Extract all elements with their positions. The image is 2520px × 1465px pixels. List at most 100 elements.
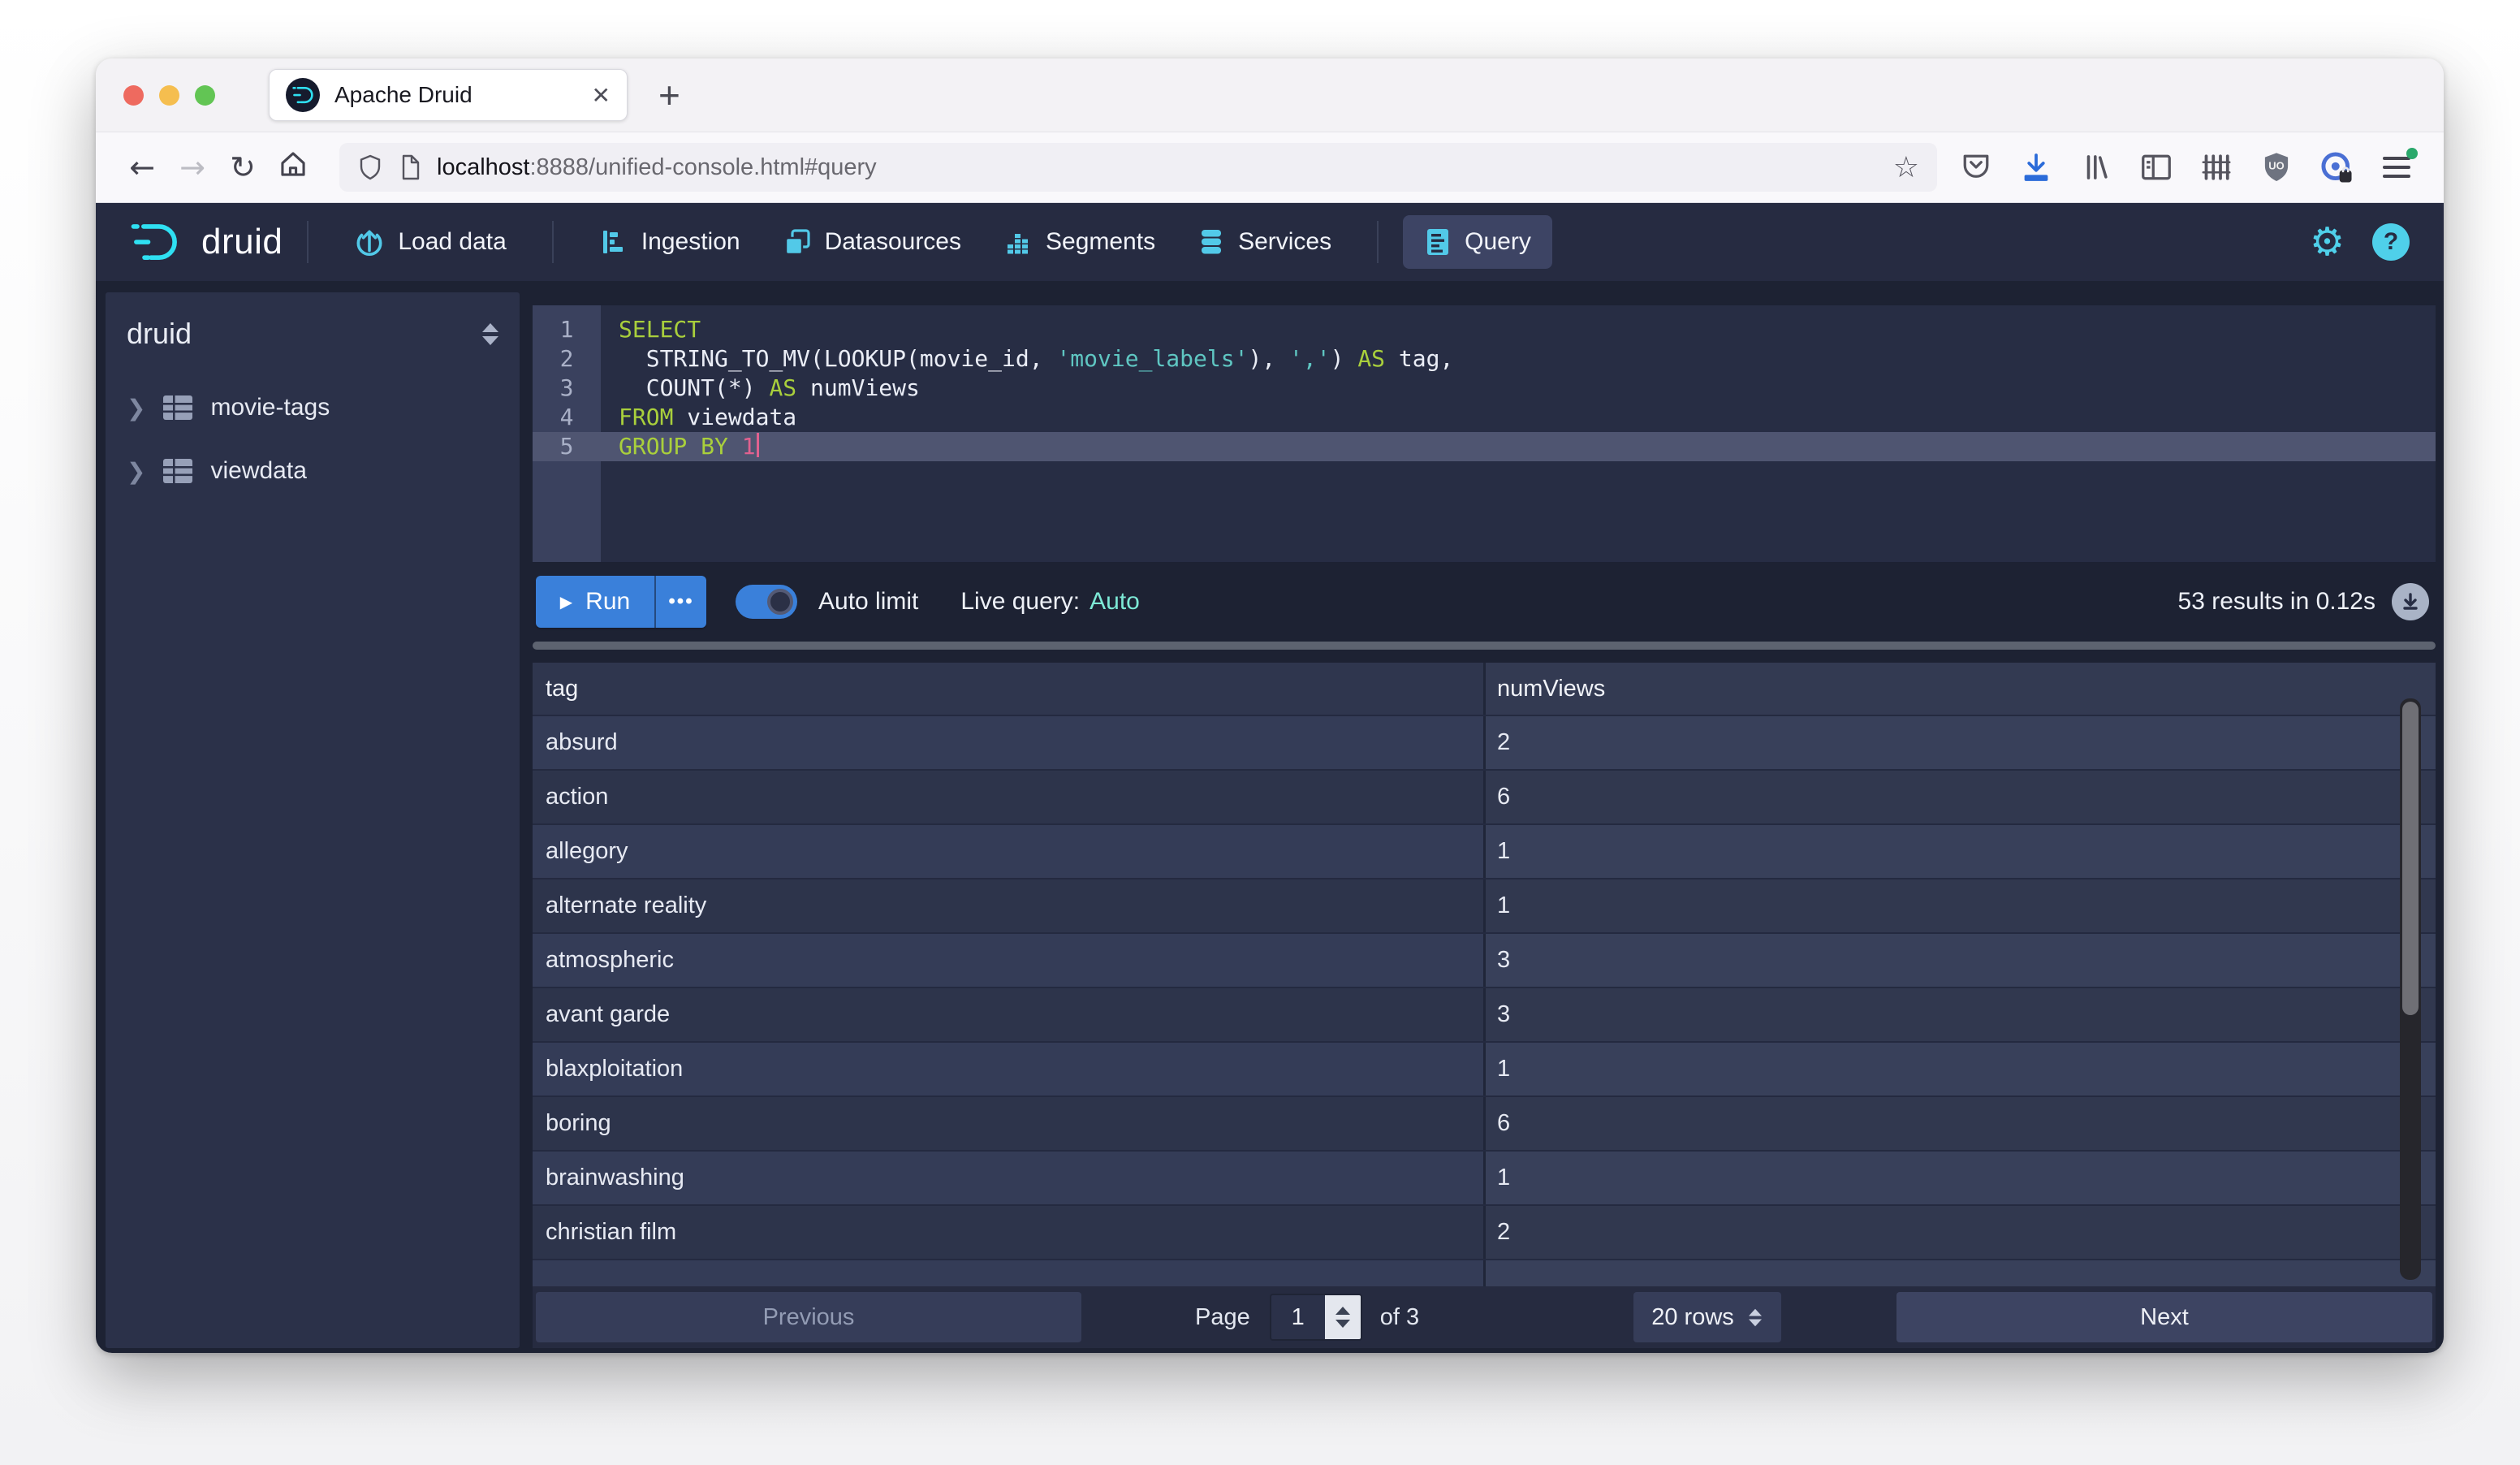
next-page-button[interactable]: Next bbox=[1896, 1292, 2432, 1342]
page-number-input[interactable]: 1 bbox=[1271, 1295, 1325, 1339]
cell-tag[interactable]: christian film bbox=[533, 1206, 1486, 1259]
editor-line-5[interactable]: 5GROUP BY 1 bbox=[533, 432, 2436, 461]
panel-splitter-handle[interactable] bbox=[533, 642, 2436, 650]
nav-services[interactable]: Services bbox=[1176, 215, 1353, 269]
services-icon bbox=[1197, 227, 1225, 257]
cell-tag[interactable]: absurd bbox=[533, 716, 1486, 769]
cell-tag[interactable]: boring bbox=[533, 1097, 1486, 1150]
tab-title: Apache Druid bbox=[334, 82, 592, 108]
minimize-window-button[interactable] bbox=[159, 85, 179, 106]
select-caret-icon bbox=[1749, 1308, 1762, 1326]
table-row[interactable]: blaxploitation1 bbox=[533, 1041, 2436, 1096]
password-manager-icon[interactable] bbox=[2319, 149, 2354, 185]
run-more-button[interactable]: ••• bbox=[654, 576, 706, 628]
close-window-button[interactable] bbox=[123, 85, 144, 106]
update-dot bbox=[2406, 148, 2418, 159]
table-row[interactable]: brainwashing1 bbox=[533, 1150, 2436, 1204]
live-query-control[interactable]: Live query: Auto bbox=[960, 588, 1139, 616]
line-number: 5 bbox=[533, 432, 601, 461]
page-stepper[interactable] bbox=[1325, 1295, 1361, 1339]
ublock-origin-icon[interactable]: UO bbox=[2259, 149, 2294, 185]
nav-query[interactable]: Query bbox=[1403, 215, 1552, 269]
bookmark-star-icon[interactable]: ☆ bbox=[1893, 151, 1919, 184]
editor-line-2[interactable]: 2 STRING_TO_MV(LOOKUP(movie_id, 'movie_l… bbox=[533, 344, 2436, 374]
shield-permissions-icon[interactable] bbox=[357, 153, 383, 181]
schema-sort-icon[interactable] bbox=[482, 323, 498, 345]
nav-segments[interactable]: Segments bbox=[982, 215, 1176, 269]
cell-tag[interactable]: alternate reality bbox=[533, 879, 1486, 932]
close-tab-icon[interactable]: ✕ bbox=[592, 82, 611, 109]
library-icon[interactable] bbox=[2078, 149, 2114, 185]
sidebar-item-viewdata[interactable]: ❯ viewdata bbox=[127, 453, 498, 489]
schema-header[interactable]: druid bbox=[127, 317, 498, 351]
console-body: druid ❯ movie-tags ❯ bbox=[96, 281, 2444, 1353]
download-results-icon[interactable] bbox=[2392, 583, 2429, 620]
druid-console: druid Load data Ingestion bbox=[96, 203, 2444, 1353]
run-button-label: Run bbox=[585, 588, 630, 616]
nav-load-data[interactable]: Load data bbox=[333, 215, 527, 269]
help-icon[interactable]: ? bbox=[2372, 223, 2410, 261]
nav-ingestion[interactable]: Ingestion bbox=[578, 215, 762, 269]
pocket-icon[interactable] bbox=[1958, 149, 1994, 185]
header-divider bbox=[1377, 221, 1379, 263]
table-scrollbar-thumb[interactable] bbox=[2402, 702, 2419, 1015]
cell-numviews[interactable]: 1 bbox=[1486, 1152, 2436, 1204]
forward-icon[interactable]: → bbox=[167, 149, 218, 185]
table-row[interactable]: avant garde3 bbox=[533, 987, 2436, 1041]
url-bar[interactable]: localhost:8888/unified-console.html#quer… bbox=[339, 143, 1937, 192]
editor-line-3[interactable]: 3 COUNT(*) AS numViews bbox=[533, 374, 2436, 403]
rows-per-page-select[interactable]: 20 rows bbox=[1633, 1292, 1781, 1342]
cell-numviews[interactable]: 3 bbox=[1486, 988, 2436, 1041]
back-icon[interactable]: ← bbox=[117, 149, 167, 185]
run-button[interactable]: ▶ Run bbox=[536, 576, 654, 628]
cell-tag[interactable]: allegory bbox=[533, 825, 1486, 878]
column-header-numviews[interactable]: numViews bbox=[1486, 663, 2436, 715]
cell-tag[interactable]: action bbox=[533, 771, 1486, 823]
new-tab-button[interactable]: + bbox=[658, 73, 680, 117]
stepper-up-icon[interactable] bbox=[1336, 1307, 1350, 1315]
table-row[interactable]: allegory1 bbox=[533, 823, 2436, 878]
page-info-icon[interactable] bbox=[398, 153, 422, 181]
table-row[interactable]: christian film2 bbox=[533, 1204, 2436, 1259]
table-row[interactable]: alternate reality1 bbox=[533, 878, 2436, 932]
menu-hamburger-icon[interactable] bbox=[2379, 149, 2414, 185]
cell-tag[interactable]: brainwashing bbox=[533, 1152, 1486, 1204]
column-header-tag[interactable]: tag bbox=[533, 663, 1486, 715]
auto-limit-toggle[interactable] bbox=[736, 585, 797, 619]
cell-tag[interactable]: avant garde bbox=[533, 988, 1486, 1041]
previous-page-button[interactable]: Previous bbox=[536, 1292, 1081, 1342]
zoom-window-button[interactable] bbox=[195, 85, 215, 106]
cell-numviews[interactable]: 6 bbox=[1486, 1097, 2436, 1150]
containers-fence-icon[interactable] bbox=[2199, 149, 2234, 185]
nav-segments-label: Segments bbox=[1046, 228, 1155, 256]
cell-numviews[interactable]: 1 bbox=[1486, 825, 2436, 878]
cell-numviews[interactable]: 6 bbox=[1486, 771, 2436, 823]
editor-line-1[interactable]: 1SELECT bbox=[533, 315, 2436, 344]
nav-datasources[interactable]: Datasources bbox=[762, 215, 982, 269]
cell-numviews[interactable]: 1 bbox=[1486, 879, 2436, 932]
cell-numviews[interactable]: 1 bbox=[1486, 1043, 2436, 1096]
table-row[interactable]: atmospheric3 bbox=[533, 932, 2436, 987]
reload-icon[interactable]: ↻ bbox=[218, 149, 268, 185]
editor-line-4[interactable]: 4FROM viewdata bbox=[533, 403, 2436, 432]
home-icon[interactable] bbox=[268, 149, 318, 187]
table-row[interactable]: action6 bbox=[533, 769, 2436, 823]
cell-tag[interactable]: blaxploitation bbox=[533, 1043, 1486, 1096]
cell-tag[interactable]: atmospheric bbox=[533, 934, 1486, 987]
druid-logo[interactable]: druid bbox=[130, 219, 283, 265]
cell-numviews[interactable]: 3 bbox=[1486, 934, 2436, 987]
downloads-icon[interactable] bbox=[2018, 149, 2054, 185]
sql-editor[interactable]: 1SELECT2 STRING_TO_MV(LOOKUP(movie_id, '… bbox=[533, 305, 2436, 562]
sidebar-item-movie-tags[interactable]: ❯ movie-tags bbox=[127, 390, 498, 426]
toolbar-extensions: UO bbox=[1958, 149, 2414, 185]
table-row[interactable]: absurd2 bbox=[533, 715, 2436, 769]
cell-numviews[interactable]: 2 bbox=[1486, 1206, 2436, 1259]
stepper-down-icon[interactable] bbox=[1336, 1320, 1350, 1328]
tab-apache-druid[interactable]: Apache Druid ✕ bbox=[269, 69, 628, 121]
settings-gear-icon[interactable]: ⚙ bbox=[2310, 219, 2345, 265]
cell-numviews[interactable]: 2 bbox=[1486, 716, 2436, 769]
sidebar-toggle-icon[interactable] bbox=[2138, 149, 2174, 185]
table-scrollbar-track[interactable] bbox=[2400, 698, 2421, 1280]
line-number: 3 bbox=[533, 374, 601, 403]
table-row[interactable]: boring6 bbox=[533, 1096, 2436, 1150]
